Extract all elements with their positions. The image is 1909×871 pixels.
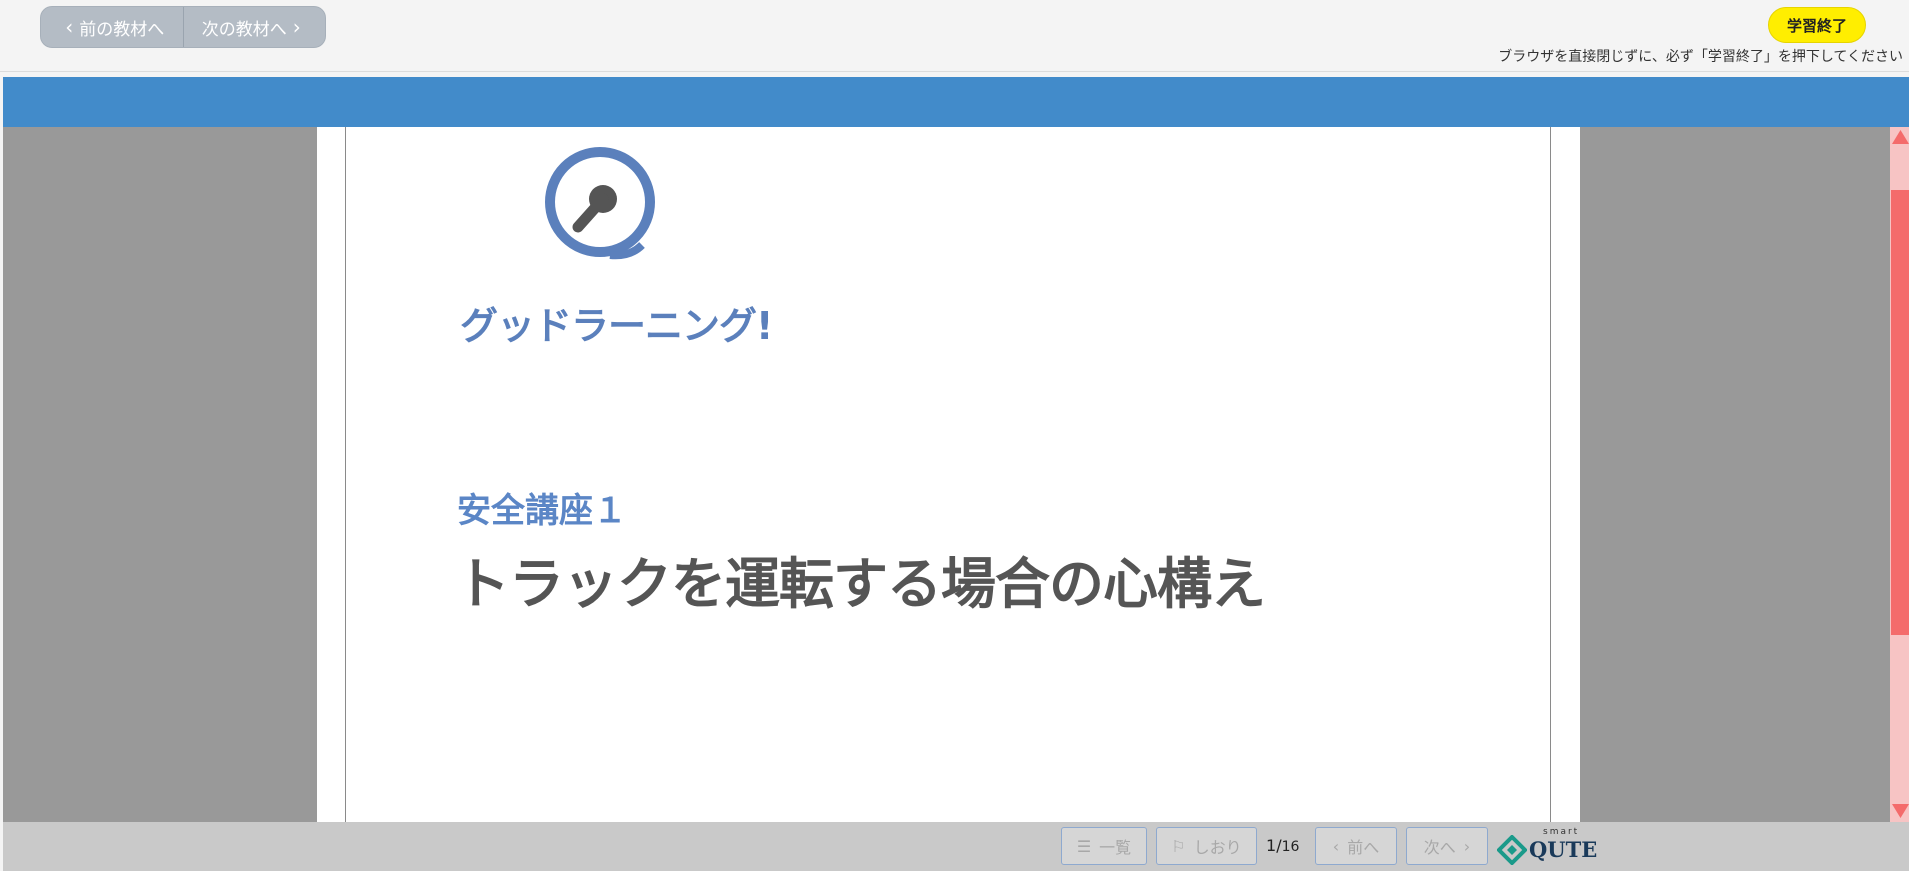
next-material-label: 次の教材へ: [201, 19, 287, 40]
slide-viewer: グッドラーニング! 安全講座１ トラックを運転する場合の心構え: [3, 127, 1909, 822]
prev-material-label: 前の教材へ: [79, 19, 165, 40]
chevron-right-icon: ›: [292, 15, 301, 39]
chevron-left-icon: ‹: [1332, 836, 1340, 856]
bookmark-button[interactable]: ⚐ しおり: [1156, 827, 1257, 865]
list-icon: ☰: [1076, 836, 1092, 856]
prev-material-button[interactable]: ‹ 前の教材へ: [41, 7, 183, 47]
scroll-up-arrow-icon[interactable]: [1891, 129, 1909, 145]
chevron-left-icon: ‹: [65, 15, 74, 39]
finish-learning-label: 学習終了: [1786, 16, 1847, 35]
slide-page: グッドラーニング! 安全講座１ トラックを運転する場合の心構え: [317, 127, 1909, 822]
brand-name-text: QUTE: [1529, 837, 1598, 862]
next-page-button[interactable]: 次へ ›: [1406, 827, 1488, 865]
prev-page-label: 前へ: [1347, 838, 1380, 857]
next-material-button[interactable]: 次の教材へ ›: [182, 7, 326, 47]
bookmark-label: しおり: [1193, 838, 1242, 857]
prev-page-button[interactable]: ‹ 前へ: [1315, 827, 1397, 865]
close-notice-text: ブラウザを直接閉じずに、必ず「学習終了」を押下してください: [1498, 49, 1903, 65]
top-bar: ‹ 前の教材へ 次の教材へ › 学習終了 ブラウザを直接閉じずに、必ず「学習終了…: [0, 0, 1909, 72]
list-label: 一覧: [1099, 838, 1132, 857]
magnifier-logo-icon: [545, 147, 655, 260]
course-subtitle: 安全講座１: [457, 491, 627, 531]
course-title: トラックを運転する場合の心構え: [455, 552, 1266, 616]
bottom-toolbar: ☰ 一覧 ⚐ しおり 1/16 ‹ 前へ 次へ › smart QUTE: [3, 822, 1909, 871]
brand-small-text: smart: [1543, 827, 1580, 837]
scrollbar-thumb[interactable]: [1891, 190, 1909, 635]
page-indicator: 1/16: [1266, 836, 1299, 855]
page-right-rule: [1550, 127, 1551, 822]
page-total: 16: [1281, 839, 1300, 855]
chevron-right-icon: ›: [1463, 836, 1471, 856]
qute-diamond-icon: [1497, 835, 1527, 865]
good-learning-logo: グッドラーニング!: [460, 147, 773, 348]
logo-caption: グッドラーニング!: [460, 304, 773, 348]
page-left-rule: [345, 127, 346, 822]
scroll-down-arrow-icon[interactable]: [1891, 803, 1909, 819]
page-current: 1: [1266, 836, 1277, 855]
smart-qute-logo: smart QUTE: [1497, 827, 1597, 867]
next-page-label: 次へ: [1423, 838, 1456, 857]
viewer-header-bar: [3, 77, 1909, 127]
list-button[interactable]: ☰ 一覧: [1061, 827, 1147, 865]
bookmark-icon: ⚐: [1171, 836, 1186, 856]
finish-learning-button[interactable]: 学習終了: [1768, 7, 1866, 43]
material-nav-group: ‹ 前の教材へ 次の教材へ ›: [40, 6, 326, 48]
